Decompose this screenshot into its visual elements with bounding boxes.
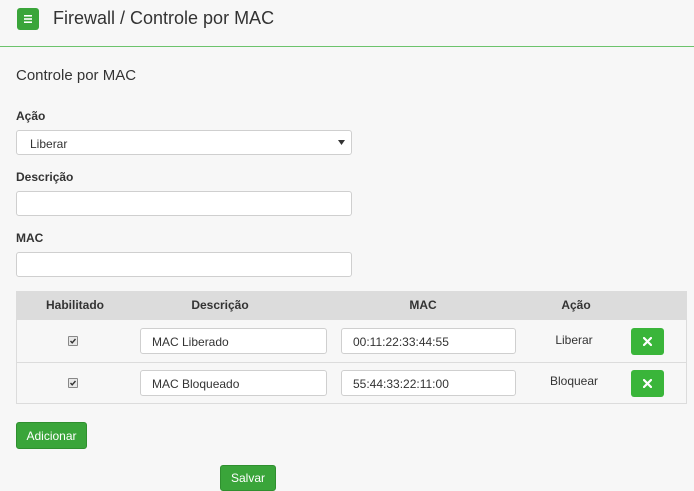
description-cell[interactable]: MAC Bloqueado: [140, 370, 327, 396]
delete-button[interactable]: [631, 328, 664, 355]
action-cell: Bloquear: [549, 374, 599, 388]
column-header-action: Ação: [561, 298, 591, 312]
section-title: Controle por MAC: [16, 67, 137, 84]
action-cell: Liberar: [555, 333, 593, 347]
chevron-down-icon: [338, 140, 345, 145]
hamburger-icon: [24, 15, 32, 23]
column-header-description: Descrição: [191, 298, 249, 312]
close-icon: [643, 379, 652, 388]
delete-button[interactable]: [631, 370, 664, 397]
column-header-enabled: Habilitado: [45, 298, 105, 312]
mac-label: MAC: [16, 231, 44, 245]
mac-cell[interactable]: 00:11:22:33:44:55: [341, 328, 516, 354]
menu-button[interactable]: [17, 8, 39, 30]
table-row: MAC Bloqueado 55:44:33:22:11:00 Bloquear: [17, 362, 686, 405]
action-select[interactable]: Liberar: [16, 130, 352, 155]
enabled-checkbox[interactable]: [68, 336, 78, 346]
mac-table: Habilitado Descrição MAC Ação MAC Libera…: [16, 291, 687, 404]
page-header: Firewall / Controle por MAC: [0, 0, 694, 47]
table-row: MAC Liberado 00:11:22:33:44:55 Liberar: [17, 320, 686, 362]
check-icon: [69, 380, 77, 386]
column-header-mac: MAC: [409, 298, 437, 312]
enabled-checkbox[interactable]: [68, 378, 78, 388]
description-cell[interactable]: MAC Liberado: [140, 328, 327, 354]
page-title: Firewall / Controle por MAC: [53, 8, 275, 28]
action-label: Ação: [16, 109, 46, 123]
description-label: Descrição: [16, 170, 74, 184]
table-header: Habilitado Descrição MAC Ação: [17, 292, 686, 320]
description-field[interactable]: [16, 191, 352, 216]
save-button[interactable]: Salvar: [220, 465, 276, 491]
check-icon: [69, 338, 77, 344]
mac-field[interactable]: [16, 252, 352, 277]
mac-cell[interactable]: 55:44:33:22:11:00: [341, 370, 516, 396]
close-icon: [643, 337, 652, 346]
action-select-value: Liberar: [30, 137, 68, 151]
add-button[interactable]: Adicionar: [16, 422, 87, 449]
